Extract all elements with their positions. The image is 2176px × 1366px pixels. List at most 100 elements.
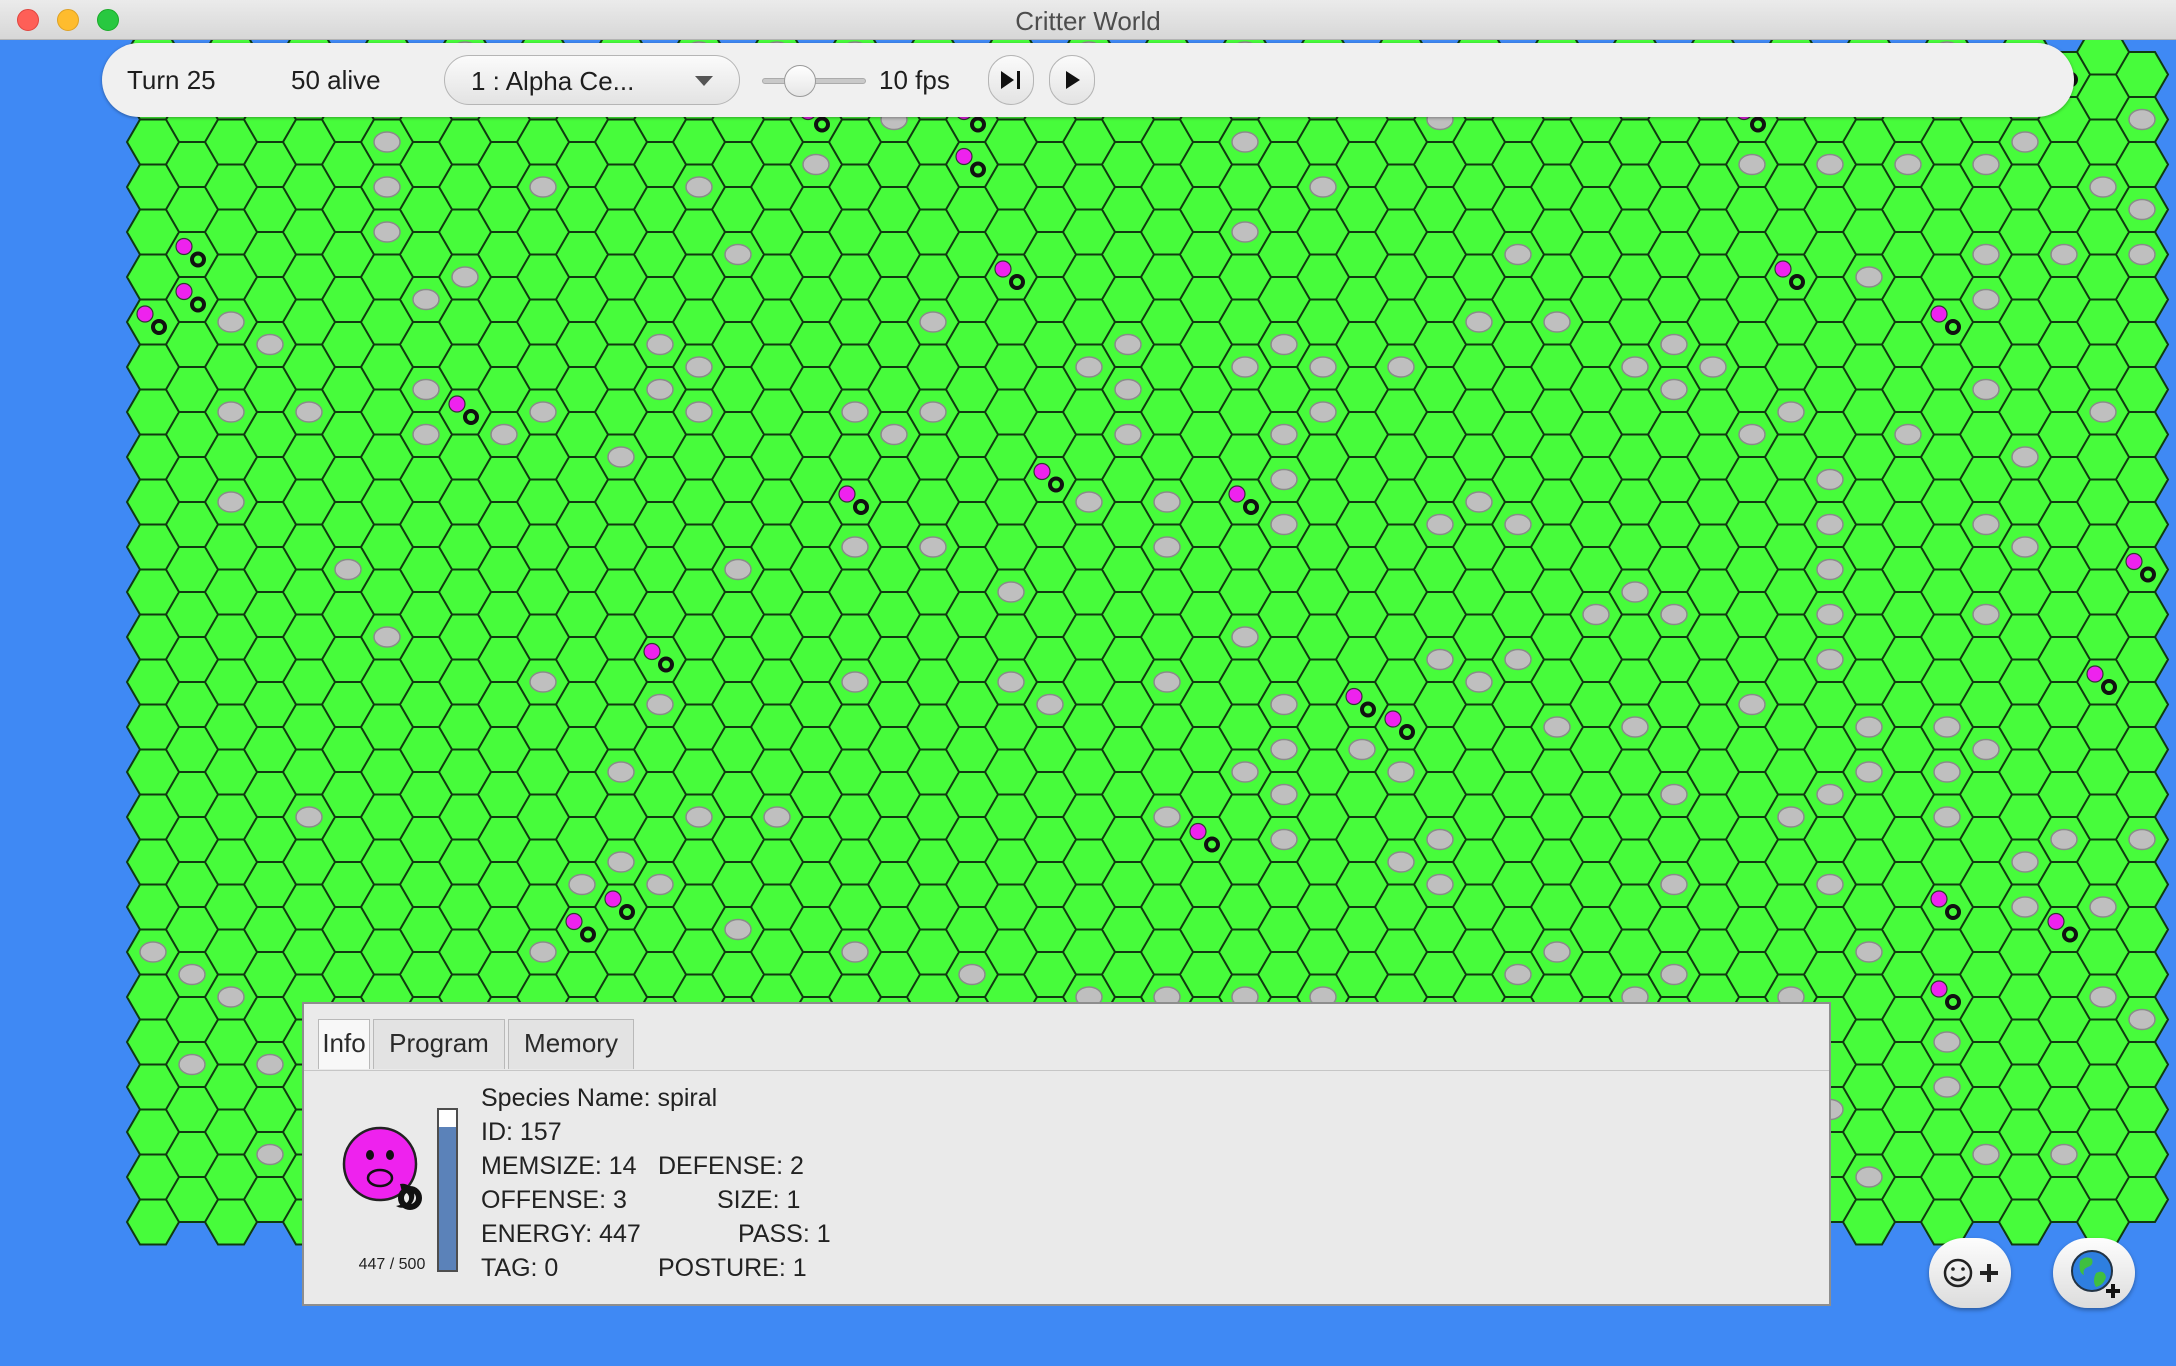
rock	[1387, 761, 1415, 783]
rock	[1738, 423, 1766, 446]
rock	[529, 941, 557, 963]
rock	[607, 446, 635, 468]
load-world-button[interactable]	[2053, 1238, 2135, 1308]
rock	[1348, 738, 1376, 761]
species-name: Species Name: spiral	[481, 1084, 718, 1112]
toolbar: Turn 25 50 alive 1 : Alpha Ce... 10 fps	[102, 43, 2074, 117]
rock	[646, 873, 674, 896]
rock	[256, 1143, 284, 1166]
rock	[1972, 243, 2000, 266]
rock	[2089, 176, 2117, 198]
rock	[1309, 356, 1337, 378]
rock	[295, 401, 323, 423]
rock	[2050, 1143, 2078, 1166]
rock	[1738, 693, 1766, 716]
play-button[interactable]	[1049, 55, 1095, 105]
rock	[1504, 513, 1532, 536]
size-value: SIZE: 1	[717, 1186, 801, 1214]
rock	[1777, 401, 1805, 423]
rock	[1777, 806, 1805, 828]
rock	[1933, 1076, 1961, 1098]
rock	[646, 693, 674, 716]
alive-counter: 50 alive	[291, 65, 381, 95]
rock	[412, 288, 440, 311]
tab-info[interactable]: Info	[318, 1019, 370, 1069]
rock	[1036, 693, 1064, 716]
species-dropdown-value: 1 : Alpha Ce...	[471, 66, 635, 96]
rock	[1270, 783, 1298, 806]
memsize-value: MEMSIZE: 14	[481, 1152, 637, 1180]
rock	[2011, 851, 2039, 873]
rock	[1543, 311, 1571, 333]
rock	[607, 761, 635, 783]
rock	[529, 401, 557, 423]
rock	[529, 671, 557, 693]
rock	[1231, 761, 1259, 783]
rock	[841, 671, 869, 693]
rock	[1972, 738, 2000, 761]
rock	[1270, 468, 1298, 491]
rock	[2128, 198, 2156, 221]
energy-bar	[437, 1108, 458, 1272]
rock	[1465, 311, 1493, 333]
rock	[1933, 761, 1961, 783]
rock	[1972, 153, 2000, 176]
rock	[1114, 333, 1142, 356]
rock	[1894, 153, 1922, 176]
rock	[412, 378, 440, 401]
load-world-icon	[2071, 1250, 2120, 1298]
rock	[841, 941, 869, 963]
rock	[685, 176, 713, 198]
critter-avatar	[342, 1126, 422, 1210]
rock	[1504, 648, 1532, 671]
rock	[919, 401, 947, 423]
rock	[1972, 1143, 2000, 1166]
pass-value: PASS: 1	[738, 1220, 831, 1248]
rock	[529, 176, 557, 198]
rock	[295, 806, 323, 828]
rock	[1231, 221, 1259, 243]
rock	[802, 153, 830, 176]
tab-memory[interactable]: Memory	[508, 1019, 634, 1069]
rock	[373, 176, 401, 198]
rock	[880, 423, 908, 446]
step-forward-icon	[1001, 71, 1020, 89]
rock	[451, 266, 479, 288]
step-button[interactable]	[988, 55, 1034, 105]
slider-thumb[interactable]	[784, 65, 816, 97]
turn-counter: Turn 25	[127, 65, 216, 95]
rock	[1543, 716, 1571, 738]
rock	[568, 873, 596, 896]
rock	[1816, 603, 1844, 626]
rock	[1504, 243, 1532, 266]
rock	[685, 401, 713, 423]
rock	[1933, 806, 1961, 828]
rock	[178, 1053, 206, 1076]
rock	[1738, 153, 1766, 176]
fps-label: 10 fps	[879, 65, 950, 95]
rock	[2128, 108, 2156, 131]
rock	[1387, 851, 1415, 873]
speed-slider[interactable]	[762, 63, 866, 99]
rock	[217, 401, 245, 423]
rock	[724, 918, 752, 941]
add-critter-button[interactable]	[1929, 1238, 2011, 1308]
play-icon	[1066, 71, 1080, 89]
critter-info-panel: Info Program Memory 447 / 500 Species Na…	[302, 1002, 1831, 1306]
rock	[1816, 648, 1844, 671]
rock	[1699, 356, 1727, 378]
rock	[1270, 513, 1298, 536]
rock	[2011, 896, 2039, 918]
rock	[1075, 491, 1103, 513]
tag-value: TAG: 0	[481, 1254, 559, 1282]
species-dropdown[interactable]: 1 : Alpha Ce...	[444, 55, 740, 105]
rock	[1270, 333, 1298, 356]
rock	[1504, 963, 1532, 986]
offense-value: OFFENSE: 3	[481, 1186, 627, 1214]
rock	[217, 311, 245, 333]
rock	[1972, 513, 2000, 536]
tab-program[interactable]: Program	[373, 1019, 505, 1069]
rock	[919, 311, 947, 333]
rock	[373, 626, 401, 648]
chevron-down-icon	[695, 76, 713, 86]
